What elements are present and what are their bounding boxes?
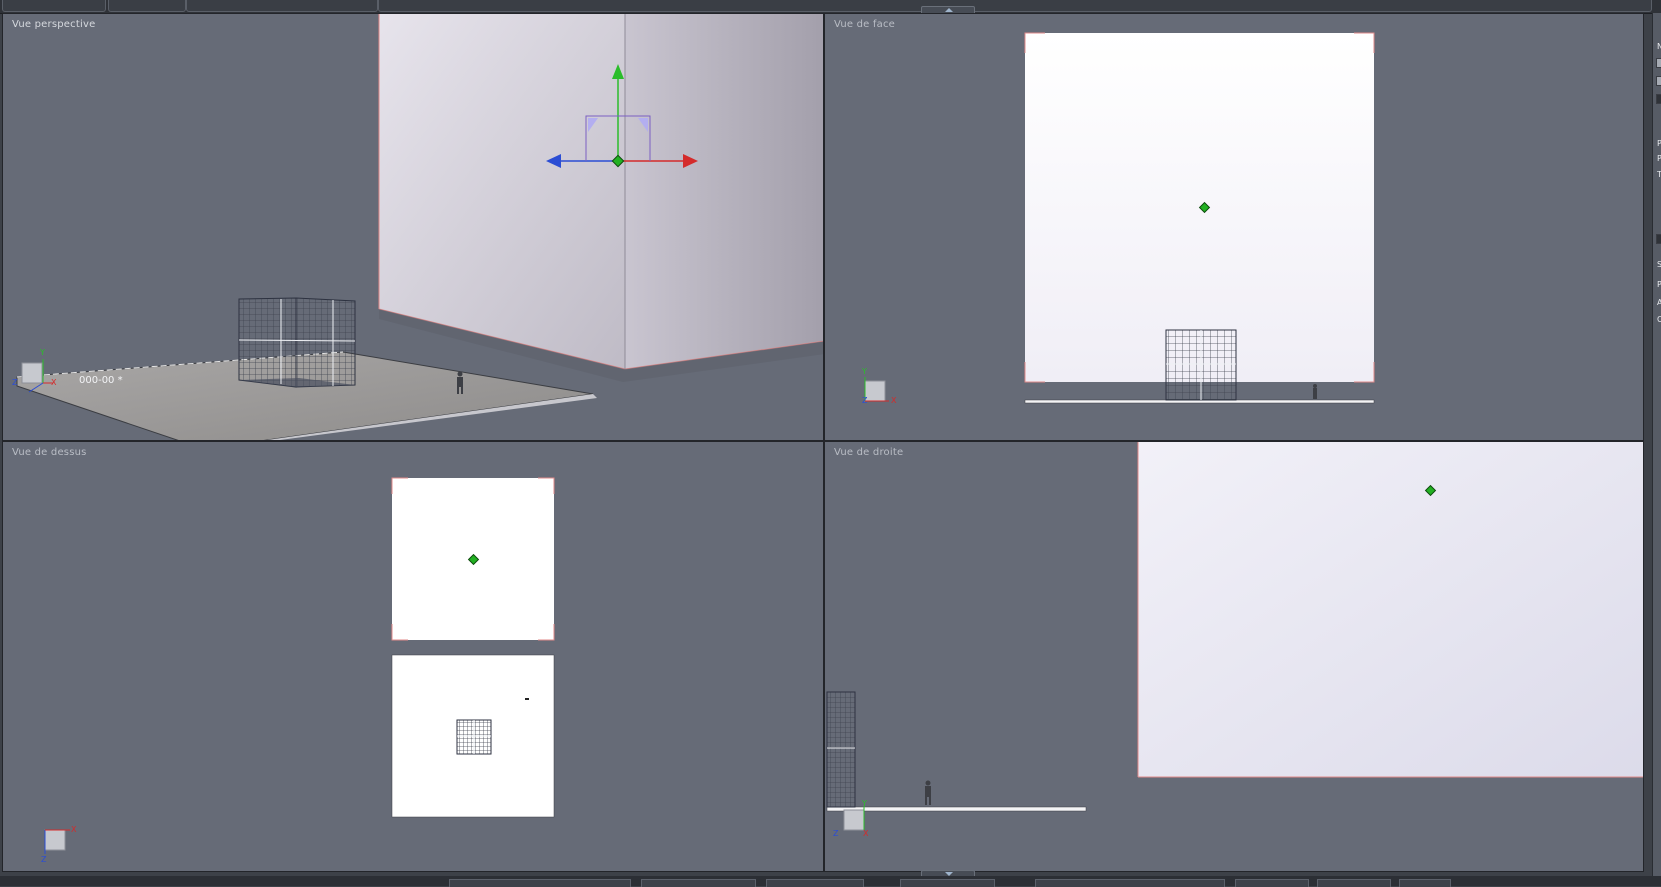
object-label: 000-00 * <box>79 375 123 386</box>
right-side-panel: N P P T S P A C <box>1652 13 1661 876</box>
axis-triad-icon <box>44 829 70 854</box>
axis-triad-icon <box>843 806 865 831</box>
axis-z-label: Z <box>12 378 18 387</box>
wireframe-cube[interactable] <box>456 719 492 755</box>
axis-y-label: Y <box>862 367 867 376</box>
panel-glyph-4: T <box>1657 170 1661 179</box>
axis-x-label: X <box>71 825 77 834</box>
panel-checkbox-4[interactable] <box>1656 234 1661 244</box>
viewport-front[interactable]: Vue de face Y X Z <box>824 13 1644 441</box>
bottom-toolbar <box>0 876 1661 887</box>
viewport-label: Vue perspective <box>12 19 96 30</box>
panel-checkbox-2[interactable] <box>1656 76 1661 86</box>
viewport-top[interactable]: Vue de dessus X Z <box>2 441 824 872</box>
axis-triad-icon <box>864 377 889 402</box>
wireframe-cube[interactable] <box>1165 329 1237 401</box>
viewport-label: Vue de face <box>834 19 896 30</box>
right-scene <box>826 442 1644 831</box>
panel-glyph-6: P <box>1657 280 1661 289</box>
top-scene <box>44 477 555 854</box>
axis-x-label: X <box>51 378 57 387</box>
panel-glyph-1: N <box>1657 42 1661 51</box>
axis-z-label: Z <box>41 855 47 864</box>
building-volume[interactable] <box>378 14 824 382</box>
wireframe-cube[interactable] <box>238 297 356 388</box>
panel-glyph-7: A <box>1657 298 1661 307</box>
viewport-right[interactable]: Vue de droite Y X Z <box>824 441 1644 872</box>
panel-glyph-8: C <box>1657 315 1661 324</box>
axis-y-label: Y <box>40 348 45 357</box>
perspective-scene <box>16 14 824 440</box>
axis-x-label: X <box>891 396 897 405</box>
human-scale-figure-icon <box>925 780 931 805</box>
viewport-label: Vue de droite <box>834 447 904 458</box>
axis-z-label: Z <box>833 829 839 838</box>
axis-y-label: Y <box>862 799 867 808</box>
panel-glyph-3: P <box>1657 154 1661 163</box>
panel-glyph-5: S <box>1657 260 1661 269</box>
wireframe-cube[interactable] <box>826 691 856 808</box>
document-tab-1[interactable] <box>2 0 106 12</box>
axis-z-label: Z <box>862 396 868 405</box>
axis-x-label: X <box>863 829 869 838</box>
viewport-perspective[interactable]: Vue perspective Y X Z 000-00 * <box>2 13 824 441</box>
panel-glyph-2: P <box>1657 139 1661 148</box>
human-scale-figure-icon <box>1313 384 1317 399</box>
viewport-label: Vue de dessus <box>12 447 87 458</box>
document-tab-2[interactable] <box>108 0 186 12</box>
panel-checkbox-3[interactable] <box>1656 94 1661 104</box>
building-side-elevation[interactable] <box>1137 442 1644 778</box>
top-toolbar <box>0 0 1661 14</box>
front-scene <box>864 32 1375 404</box>
panel-checkbox-1[interactable] <box>1656 58 1661 68</box>
document-tab-3[interactable] <box>186 0 378 12</box>
document-tab-4[interactable] <box>378 0 1652 12</box>
